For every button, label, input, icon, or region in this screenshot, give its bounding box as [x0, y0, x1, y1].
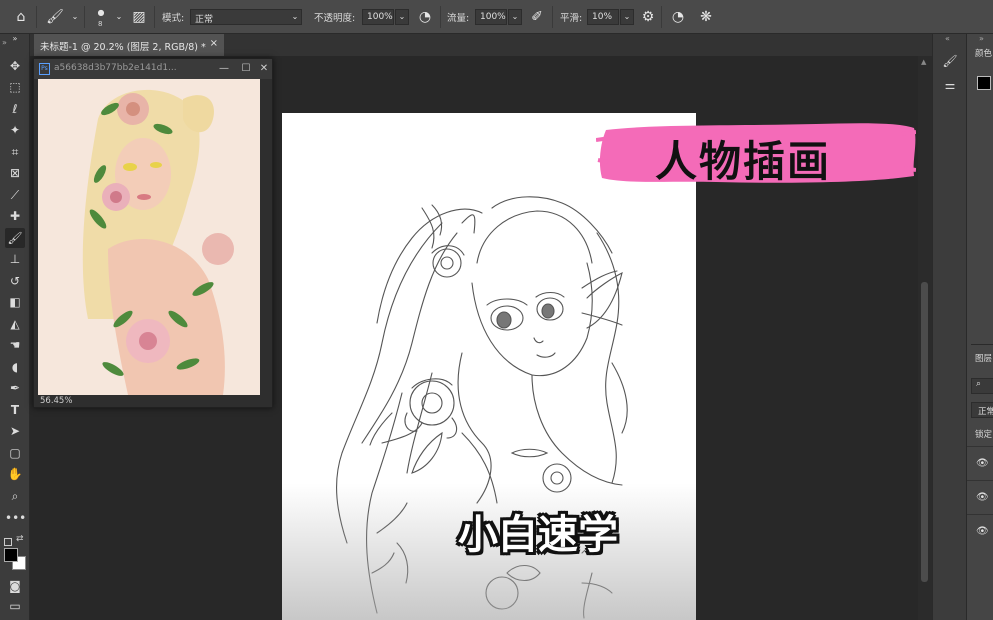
path-selection-icon[interactable]: ➤: [5, 421, 25, 441]
default-colors-icon[interactable]: [4, 538, 12, 546]
flow-dropdown[interactable]: ⌄: [508, 9, 522, 25]
collapse-icon[interactable]: »: [5, 34, 25, 44]
color-panel-title[interactable]: 颜色: [975, 47, 992, 59]
screen-mode-icon[interactable]: ▭: [5, 596, 25, 616]
chevron-down-icon: ⌄: [291, 12, 299, 21]
crop-tool-icon[interactable]: ⌗: [5, 142, 25, 162]
divider: [552, 6, 553, 28]
divider: [661, 6, 662, 28]
pressure-size-icon[interactable]: ◔: [669, 8, 687, 26]
search-icon[interactable]: ⌕: [971, 378, 993, 394]
smoothing-dropdown[interactable]: ⌄: [620, 9, 634, 25]
opacity-label: 不透明度:: [314, 13, 356, 24]
brush-settings-icon[interactable]: ▨: [130, 8, 148, 26]
options-bar: ⌂ 🖌 ⌄ ● 8 ⌄ ▨ 模式: 正常 ⌄ 不透明度: 100% ⌄ ◔ 流量…: [0, 0, 993, 34]
divider: [967, 480, 993, 481]
clone-stamp-icon[interactable]: ⊥: [5, 249, 25, 269]
floating-document-window[interactable]: a56638d3b77bb2e141d1... Ps — ☐ ✕ 56.45%: [33, 58, 273, 408]
smoothing-input[interactable]: 10%: [587, 9, 619, 25]
gear-icon[interactable]: ⚙: [639, 8, 657, 26]
minimize-button[interactable]: —: [216, 62, 232, 76]
document-tab-label: 未标题-1 @ 20.2% (图层 2, RGB/8) *: [40, 42, 206, 53]
document-tab-bar: » 未标题-1 @ 20.2% (图层 2, RGB/8) * ×: [2, 34, 932, 56]
eye-icon[interactable]: 👁: [976, 492, 989, 503]
divider: [84, 6, 85, 28]
paint-bucket-icon[interactable]: ◭: [5, 314, 25, 334]
vertical-scrollbar[interactable]: ▲: [918, 56, 932, 620]
divider: [967, 446, 993, 447]
opacity-input[interactable]: 100%: [362, 9, 394, 25]
divider: [971, 344, 993, 345]
hand-tool-icon[interactable]: ✋: [5, 464, 25, 484]
pen-tool-icon[interactable]: ✒: [5, 378, 25, 398]
right-panel: » 颜色 图层 ⌕ 正常 锁定 👁 👁 👁: [966, 34, 993, 620]
document-tab[interactable]: 未标题-1 @ 20.2% (图层 2, RGB/8) * ×: [34, 34, 224, 56]
scrollbar-thumb[interactable]: [921, 282, 928, 582]
chevron-down-icon[interactable]: ⌄: [66, 8, 84, 26]
brush-settings-panel-icon[interactable]: 🖌: [941, 52, 959, 70]
floating-window-title: a56638d3b77bb2e141d1...: [54, 63, 177, 73]
reference-photo-art: [38, 79, 260, 395]
type-tool-icon[interactable]: T: [5, 400, 25, 420]
lock-label: 锁定: [975, 430, 993, 440]
marquee-tool-icon[interactable]: ⬚: [5, 77, 25, 97]
more-tools-icon[interactable]: •••: [5, 508, 26, 528]
close-button[interactable]: ✕: [256, 62, 272, 76]
floating-window-titlebar[interactable]: a56638d3b77bb2e141d1...: [34, 59, 272, 79]
home-icon[interactable]: ⌂: [12, 8, 30, 26]
symmetry-icon[interactable]: ❋: [697, 8, 715, 26]
smoothing-label: 平滑:: [560, 13, 583, 24]
flow-label: 流量:: [447, 13, 470, 24]
adjustments-panel-icon[interactable]: ⚌: [941, 76, 959, 94]
smudge-tool-icon[interactable]: ☚: [5, 335, 25, 355]
history-brush-icon[interactable]: ↺: [5, 271, 25, 291]
video-subtitle: 小白速学: [458, 512, 618, 558]
move-tool-icon[interactable]: ✥: [5, 56, 25, 76]
pressure-opacity-icon[interactable]: ◔: [416, 8, 434, 26]
panel-icon-column: « 🖌 ⚌: [932, 34, 966, 620]
eyedropper-icon[interactable]: ⟋: [5, 185, 25, 205]
airbrush-icon[interactable]: ✐: [528, 8, 546, 26]
layers-panel-title[interactable]: 图层: [975, 352, 992, 364]
divider: [967, 514, 993, 515]
reference-photo: [38, 79, 260, 395]
brush-tool-icon[interactable]: 🖌: [46, 8, 64, 26]
eye-icon[interactable]: 👁: [976, 526, 989, 537]
eraser-tool-icon[interactable]: ◧: [5, 292, 25, 312]
restore-button[interactable]: ☐: [238, 62, 254, 76]
mode-label: 模式:: [162, 13, 185, 24]
lasso-tool-icon[interactable]: ℓ: [5, 99, 25, 119]
collapse-icon[interactable]: »: [2, 38, 7, 47]
zoom-tool-icon[interactable]: ⌕: [5, 486, 25, 506]
ps-file-icon: Ps: [39, 63, 50, 75]
swap-colors-icon[interactable]: ⇄: [16, 534, 24, 544]
title-badge-text: 人物插画: [655, 137, 832, 186]
foreground-color-swatch[interactable]: [4, 548, 18, 562]
collapse-icon[interactable]: »: [979, 34, 984, 43]
blend-mode-select[interactable]: 正常: [971, 402, 993, 418]
eye-icon[interactable]: 👁: [976, 458, 989, 469]
scroll-up-icon[interactable]: ▲: [921, 58, 926, 66]
magic-wand-icon[interactable]: ✦: [5, 120, 25, 140]
zoom-level: 56.45%: [40, 396, 73, 406]
chevron-down-icon[interactable]: ⌄: [110, 8, 128, 26]
brush-size-value: 8: [98, 20, 103, 28]
divider: [36, 6, 37, 28]
divider: [154, 6, 155, 28]
collapse-icon[interactable]: «: [945, 34, 950, 43]
opacity-dropdown[interactable]: ⌄: [395, 9, 409, 25]
foreground-color-swatch[interactable]: [977, 76, 991, 90]
healing-brush-icon[interactable]: ✚: [5, 206, 25, 226]
tools-panel: » ✥ ⬚ ℓ ✦ ⌗ ⊠ ⟋ ✚ 🖌 ⊥ ↺ ◧ ◭ ☚ ◖ ✒ T ➤ ▢ …: [0, 34, 30, 620]
quick-mask-icon[interactable]: ◙: [5, 576, 25, 596]
divider: [440, 6, 441, 28]
brush-tool-icon[interactable]: 🖌: [5, 228, 25, 248]
close-icon[interactable]: ×: [210, 38, 218, 49]
rectangle-tool-icon[interactable]: ▢: [5, 443, 25, 463]
flow-input[interactable]: 100%: [475, 9, 507, 25]
frame-tool-icon[interactable]: ⊠: [5, 163, 25, 183]
dodge-tool-icon[interactable]: ◖: [5, 357, 25, 377]
